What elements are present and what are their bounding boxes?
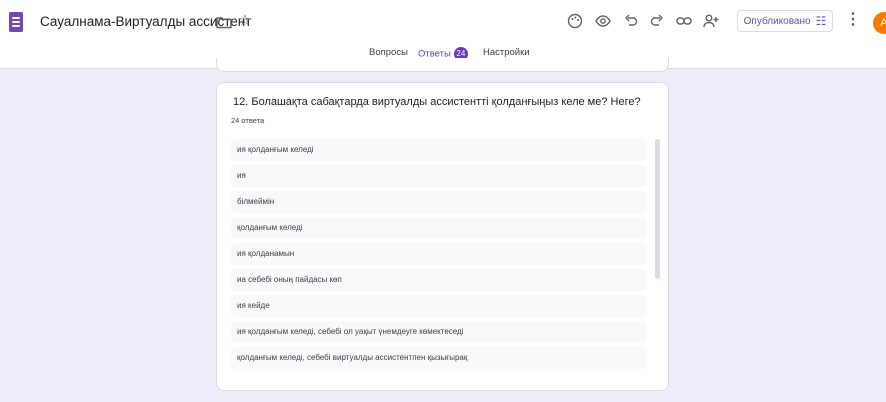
add-collaborator-icon[interactable] — [702, 12, 720, 30]
response-scrollbar[interactable] — [655, 139, 661, 375]
folder-icon[interactable] — [215, 13, 233, 31]
response-list: ия қолданғым келеді ия білмеймін қолданғ… — [231, 139, 647, 373]
avatar[interactable]: A — [873, 12, 886, 34]
top-bar: Сауалнама-Виртуалды ассистент ☆ Опублико… — [0, 0, 886, 44]
response-item: білмеймін — [231, 191, 647, 213]
previous-question-card — [216, 58, 669, 72]
palette-icon[interactable] — [566, 12, 584, 30]
undo-icon[interactable] — [622, 12, 640, 30]
response-count: 24 ответа — [231, 116, 265, 125]
question-response-card: 12. Болашақта сабақтарда виртуалды ассис… — [216, 82, 669, 391]
tune-icon: ☷ — [815, 14, 827, 28]
published-label: Опубликовано — [743, 15, 811, 27]
question-title: 12. Болашақта сабақтарда виртуалды ассис… — [233, 96, 641, 108]
response-item: қолданғым келеді — [231, 217, 647, 239]
response-item: ия қолданамын — [231, 243, 647, 265]
scrollbar-thumb[interactable] — [655, 139, 660, 279]
tab-settings[interactable]: Настройки — [483, 47, 530, 58]
more-vert-icon[interactable]: ⋮ — [844, 12, 862, 30]
response-item: ия кейде — [231, 295, 647, 317]
eye-icon[interactable] — [594, 12, 612, 30]
tab-questions[interactable]: Вопросы — [369, 47, 408, 58]
link-icon[interactable] — [675, 12, 693, 30]
forms-app-icon[interactable] — [9, 12, 23, 32]
star-icon[interactable]: ☆ — [236, 13, 254, 31]
response-item: қолданғым келеді, себебі виртуалды ассис… — [231, 347, 647, 369]
response-item: иа себебі оның пайдасы көп — [231, 269, 647, 291]
response-item: ия — [231, 165, 647, 187]
response-item: ия қолданғым келеді — [231, 139, 647, 161]
published-button[interactable]: Опубликовано ☷ — [737, 10, 833, 32]
response-item: ия қолданғым келеді, себебі ол уақыт үне… — [231, 321, 647, 343]
redo-icon[interactable] — [648, 12, 666, 30]
